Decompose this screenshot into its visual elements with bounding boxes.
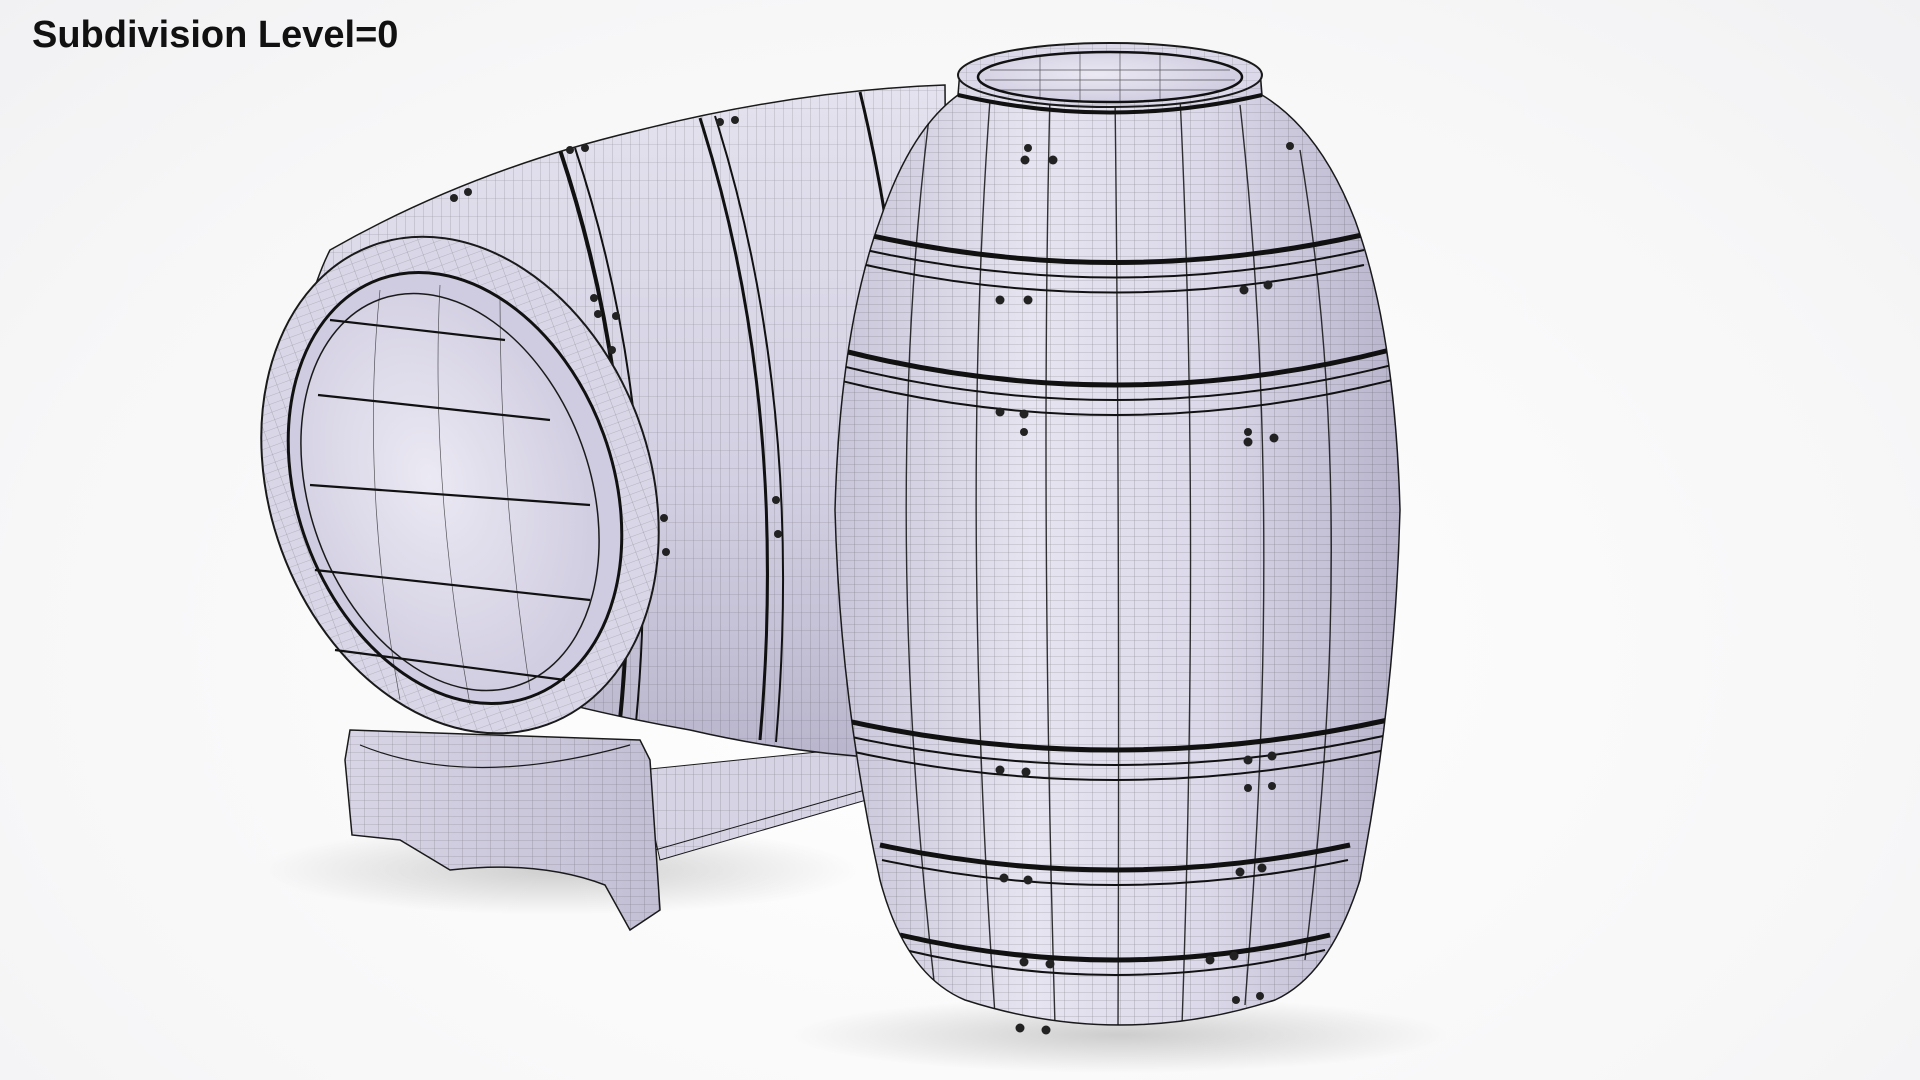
upright-barrel [834,42,1401,1035]
render-viewport: Subdivision Level=0 [0,0,1920,1080]
barrel-render [260,42,1450,1073]
upright-barrel-top [976,50,1244,104]
